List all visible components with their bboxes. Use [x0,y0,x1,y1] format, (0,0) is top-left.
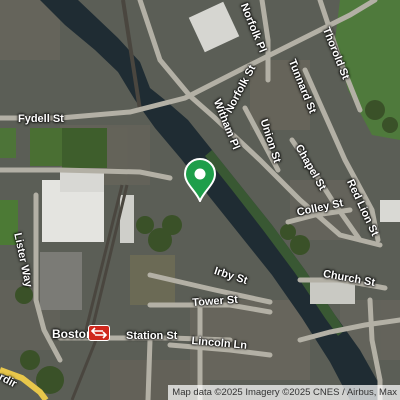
map-attribution[interactable]: Map data ©2025 Imagery ©2025 CNES / Airb… [168,385,400,400]
rail-station-icon[interactable] [88,325,110,341]
street-label-fydell-st: Fydell St [18,113,64,125]
street-label-station-st: Station St [126,330,178,342]
location-pin-icon[interactable] [182,158,218,204]
satellite-map[interactable]: Fydell St Norfolk Pl Norfolk St Tunnard … [0,0,400,400]
